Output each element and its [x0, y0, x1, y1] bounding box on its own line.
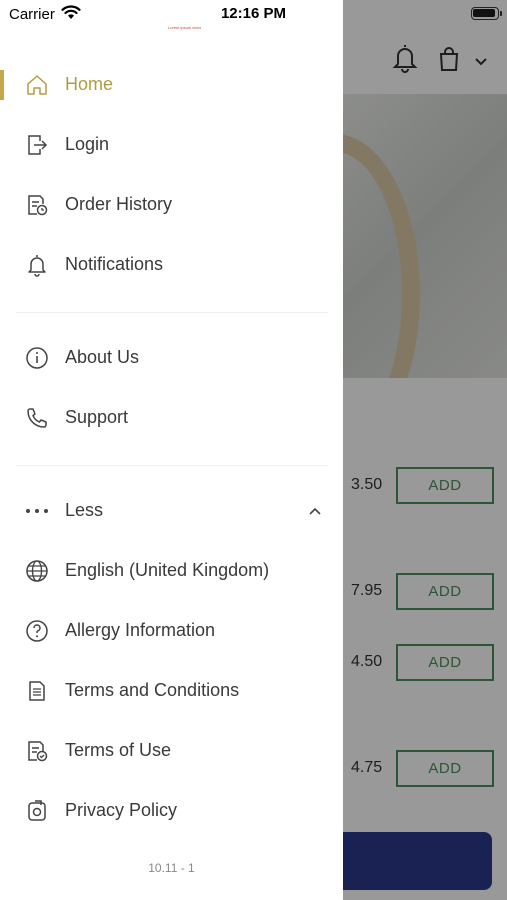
menu-item-order-history[interactable]: Order History: [0, 183, 343, 227]
privacy-icon: [25, 799, 49, 823]
menu-item-label: Allergy Information: [65, 620, 216, 640]
menu-item-label: Login: [65, 134, 110, 154]
battery-icon: [471, 7, 499, 20]
status-time: 12:16 PM: [220, 5, 287, 22]
question-icon: [25, 619, 49, 643]
menu-item-label: Terms and Conditions: [65, 680, 240, 700]
globe-icon: [25, 559, 49, 583]
menu-item-login[interactable]: Login: [0, 123, 343, 167]
menu-item-label: English (United Kingdom): [65, 560, 270, 580]
menu-item-label: Notifications: [65, 254, 164, 274]
menu-item-notifications[interactable]: Notifications: [0, 243, 343, 287]
info-icon: [25, 346, 49, 370]
menu-item-language[interactable]: English (United Kingdom): [0, 549, 343, 593]
login-icon: [25, 133, 49, 157]
navigation-drawer: Lorem ipsum dolor Home Login Order Histo…: [0, 0, 343, 900]
menu-item-label: Less: [65, 500, 104, 520]
menu-item-terms-of-use[interactable]: Terms of Use: [0, 729, 343, 773]
divider: [16, 312, 328, 313]
menu-item-label: About Us: [65, 347, 140, 367]
app-version: 10.11 - 1: [148, 861, 195, 875]
document-check-icon: [25, 739, 49, 763]
phone-icon: [25, 406, 49, 430]
document-icon: [25, 679, 49, 703]
menu-toggle-less[interactable]: Less: [0, 489, 343, 533]
status-bar: Carrier 12:16 PM: [0, 0, 507, 28]
menu-item-label: Home: [65, 74, 114, 94]
chevron-up-icon: [308, 503, 322, 521]
menu-item-about-us[interactable]: About Us: [0, 336, 343, 380]
menu-item-allergy-information[interactable]: Allergy Information: [0, 609, 343, 653]
menu-item-label: Terms of Use: [65, 740, 172, 760]
menu-item-home[interactable]: Home: [0, 63, 343, 107]
ellipsis-icon: [25, 499, 49, 523]
home-icon: [25, 73, 49, 97]
order-history-icon: [25, 193, 49, 217]
menu-item-label: Privacy Policy: [65, 800, 178, 820]
divider: [16, 465, 328, 466]
menu-item-privacy-policy[interactable]: Privacy Policy: [0, 789, 343, 833]
menu-item-terms-and-conditions[interactable]: Terms and Conditions: [0, 669, 343, 713]
bell-icon: [25, 253, 49, 277]
menu-item-support[interactable]: Support: [0, 396, 343, 440]
menu-item-label: Order History: [65, 194, 173, 214]
menu-item-label: Support: [65, 407, 129, 427]
